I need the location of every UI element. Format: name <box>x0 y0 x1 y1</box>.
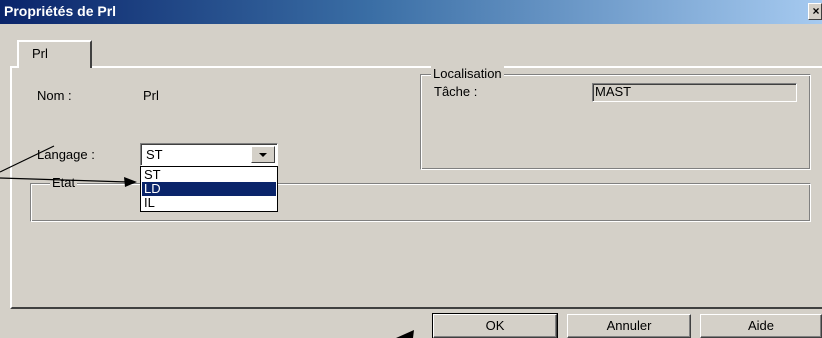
tab-prl[interactable]: Prl <box>17 40 92 68</box>
nom-label: Nom : <box>37 88 72 103</box>
tache-value: MAST <box>595 84 632 99</box>
langage-label: Langage : <box>37 147 95 162</box>
option-st[interactable]: ST <box>142 168 276 182</box>
tache-field: MAST <box>592 83 797 102</box>
tab-label: Prl <box>32 46 48 61</box>
chevron-down-icon[interactable] <box>251 146 275 163</box>
etat-legend: Etat <box>50 175 78 190</box>
langage-dropdown-list[interactable]: ST LD IL <box>140 166 278 212</box>
option-ld[interactable]: LD <box>142 182 276 196</box>
nom-value: Prl <box>143 88 159 103</box>
aide-button[interactable]: Aide <box>700 314 822 338</box>
option-il[interactable]: IL <box>142 196 276 210</box>
langage-selected-value: ST <box>146 147 163 162</box>
window-title: Propriétés de Prl <box>4 3 117 19</box>
ok-button[interactable]: OK <box>432 313 558 338</box>
tache-label: Tâche : <box>434 84 478 99</box>
close-icon[interactable]: × <box>808 3 822 20</box>
title-bar[interactable]: Propriétés de Prl × <box>0 0 822 24</box>
localisation-legend: Localisation <box>431 66 504 81</box>
annuler-button[interactable]: Annuler <box>567 314 691 338</box>
